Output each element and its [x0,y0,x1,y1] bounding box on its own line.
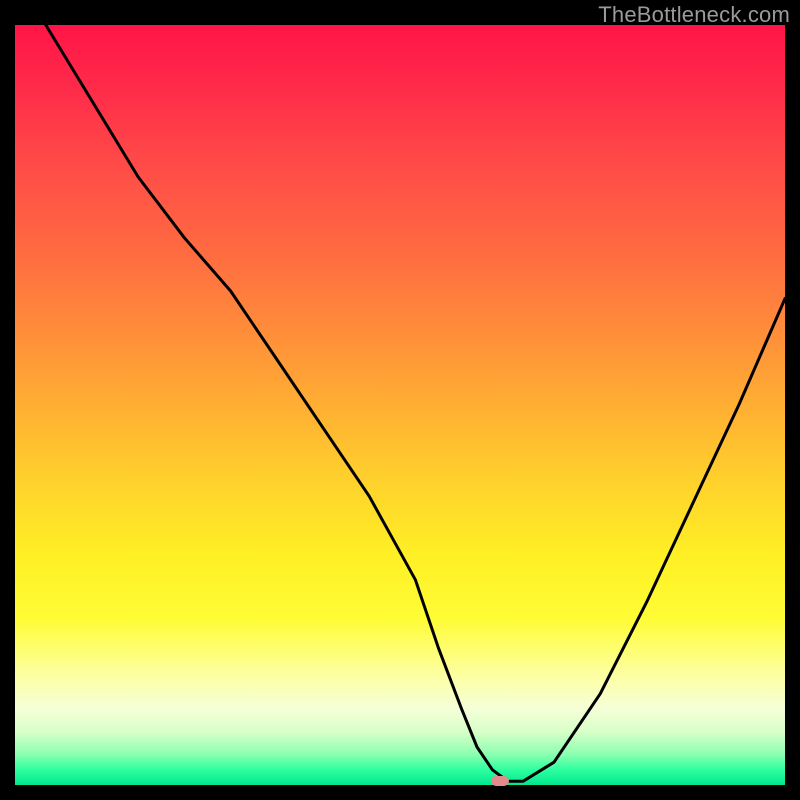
heat-gradient-background [15,25,785,785]
plot-area [15,25,785,785]
chart-frame: TheBottleneck.com [0,0,800,800]
optimal-point-marker [491,776,509,786]
